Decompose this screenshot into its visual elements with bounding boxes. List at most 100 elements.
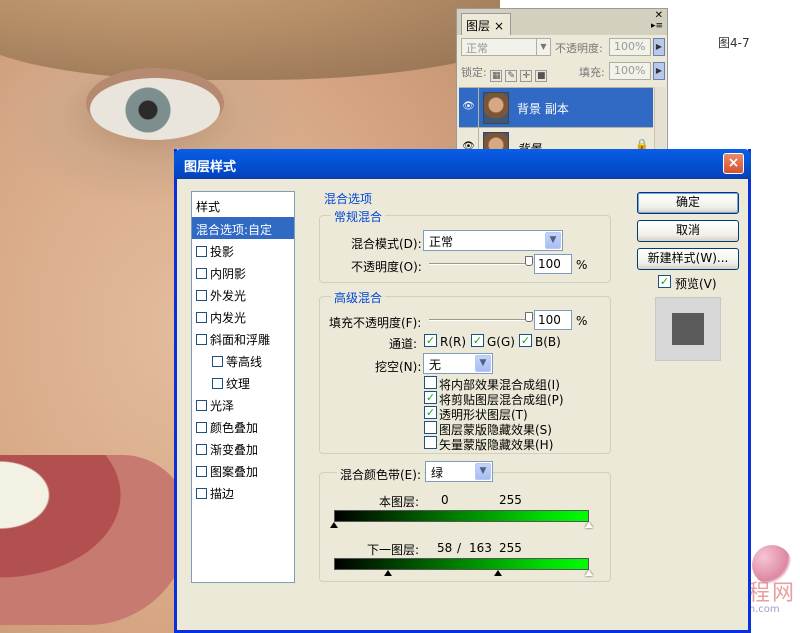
lock-move-icon[interactable]: ✛ bbox=[520, 70, 533, 82]
checkbox[interactable] bbox=[196, 246, 207, 257]
layer-blend-mode-select[interactable]: 正常 ▼ bbox=[461, 38, 551, 56]
layer-row-background-copy[interactable]: 👁 背景 副本 bbox=[459, 87, 653, 128]
checkbox[interactable] bbox=[196, 400, 207, 411]
transparency-shapes-checkbox[interactable]: ✓ bbox=[424, 406, 437, 419]
sidebar-item-contour[interactable]: 等高线 bbox=[192, 349, 294, 371]
checkbox[interactable] bbox=[196, 466, 207, 477]
blend-mode-select[interactable]: 正常 ▼ bbox=[423, 230, 563, 251]
ok-button[interactable]: 确定 bbox=[637, 192, 739, 214]
sidebar-item-label: 图案叠加 bbox=[210, 465, 259, 479]
new-style-button[interactable]: 新建样式(W)... bbox=[637, 248, 739, 270]
sidebar-item-gradient-overlay[interactable]: 渐变叠加 bbox=[192, 437, 294, 459]
tab-layers[interactable]: 图层 × bbox=[461, 13, 511, 35]
sidebar-item-stroke[interactable]: 描边 bbox=[192, 481, 294, 503]
blend-if-select[interactable]: 绿 ▼ bbox=[425, 461, 493, 482]
channel-r-checkbox[interactable]: ✓ bbox=[424, 334, 437, 347]
layer-opacity-input[interactable]: 100% bbox=[609, 38, 651, 56]
cancel-button[interactable]: 取消 bbox=[637, 220, 739, 242]
vector-mask-hides-checkbox[interactable] bbox=[424, 436, 437, 449]
chevron-down-icon: ▼ bbox=[545, 232, 561, 249]
this-layer-white-slider[interactable] bbox=[585, 522, 593, 528]
checkbox[interactable] bbox=[196, 312, 207, 323]
lock-transparency-icon[interactable]: ▦ bbox=[490, 70, 503, 82]
sidebar-item-label: 光泽 bbox=[210, 399, 235, 413]
knockout-value: 无 bbox=[429, 358, 442, 372]
checkbox[interactable] bbox=[196, 334, 207, 345]
advanced-blending-legend: 高级混合 bbox=[331, 289, 386, 306]
sidebar-item-satin[interactable]: 光泽 bbox=[192, 393, 294, 415]
channel-r-label: R(R) bbox=[440, 335, 467, 349]
this-layer-black-slider[interactable] bbox=[330, 522, 338, 528]
underlying-layer-label: 下一图层: bbox=[367, 543, 420, 557]
sidebar-item-label: 渐变叠加 bbox=[210, 443, 259, 457]
panel-close-icon[interactable]: ✕ bbox=[655, 10, 663, 21]
sidebar-item-drop-shadow[interactable]: 投影 bbox=[192, 239, 294, 261]
general-blending-legend: 常规混合 bbox=[331, 208, 386, 225]
sidebar-item-outer-glow[interactable]: 外发光 bbox=[192, 283, 294, 305]
layers-tabbar: 图层 × ✕ ▸≡ bbox=[457, 9, 667, 35]
knockout-select[interactable]: 无 ▼ bbox=[423, 353, 493, 374]
sidebar-item-label: 斜面和浮雕 bbox=[210, 333, 271, 347]
fill-opacity-slider-track[interactable] bbox=[429, 319, 529, 321]
blend-if-label: 混合颜色带(E): bbox=[337, 466, 424, 483]
checkbox[interactable] bbox=[212, 356, 223, 367]
underlying-split-slider[interactable] bbox=[494, 570, 502, 576]
opacity-label: 不透明度(O): bbox=[351, 260, 422, 274]
layers-blend-row: 正常 ▼ 不透明度: 100% ▶ bbox=[461, 38, 665, 58]
sidebar-item-label: 等高线 bbox=[226, 355, 263, 369]
checkbox[interactable] bbox=[196, 268, 207, 279]
preview-checkbox[interactable]: ✓ bbox=[658, 275, 671, 288]
preview-label: 预览(V) bbox=[675, 277, 717, 291]
this-layer-gradient-bar bbox=[334, 510, 589, 522]
layer-mask-hides-checkbox[interactable] bbox=[424, 421, 437, 434]
dialog-title: 图层样式 bbox=[184, 160, 237, 175]
sidebar-item-texture[interactable]: 纹理 bbox=[192, 371, 294, 393]
channel-b-checkbox[interactable]: ✓ bbox=[519, 334, 532, 347]
sidebar-item-color-overlay[interactable]: 颜色叠加 bbox=[192, 415, 294, 437]
vector-mask-hides-label: 矢量蒙版隐藏效果(H) bbox=[439, 438, 554, 452]
sidebar-item-label: 描边 bbox=[210, 487, 235, 501]
sidebar-item-blending-options[interactable]: 混合选项:自定 bbox=[192, 217, 294, 239]
opacity-slider-thumb[interactable] bbox=[525, 256, 533, 266]
layer-thumbnail bbox=[483, 92, 509, 124]
opacity-input[interactable]: 100 bbox=[534, 254, 572, 274]
panel-menu-icon[interactable]: ▸≡ bbox=[651, 21, 663, 31]
opacity-slider-track[interactable] bbox=[429, 263, 529, 265]
lock-brush-icon[interactable]: ✎ bbox=[505, 70, 518, 82]
lock-all-icon[interactable]: ■ bbox=[535, 70, 548, 82]
this-layer-label: 本图层: bbox=[379, 495, 420, 509]
channel-g-label: G(G) bbox=[487, 335, 515, 349]
dialog-titlebar[interactable]: 图层样式 bbox=[174, 149, 751, 179]
fill-opacity-slider-thumb[interactable] bbox=[525, 312, 533, 322]
sidebar-item-inner-shadow[interactable]: 内阴影 bbox=[192, 261, 294, 283]
layer-opacity-label: 不透明度: bbox=[555, 42, 603, 55]
sidebar-item-pattern-overlay[interactable]: 图案叠加 bbox=[192, 459, 294, 481]
eye-visibility-icon[interactable]: 👁 bbox=[459, 88, 479, 128]
fill-opacity-input[interactable]: 100 bbox=[534, 310, 572, 330]
channel-g-checkbox[interactable]: ✓ bbox=[471, 334, 484, 347]
blend-interior-effects-checkbox[interactable] bbox=[424, 376, 437, 389]
checkbox[interactable] bbox=[196, 422, 207, 433]
styles-header[interactable]: 样式 bbox=[192, 194, 294, 216]
underlying-white-slider[interactable] bbox=[585, 570, 593, 576]
layer-fill-input[interactable]: 100% bbox=[609, 62, 651, 80]
layer-fill-arrow-icon[interactable]: ▶ bbox=[653, 62, 665, 80]
layer-opacity-arrow-icon[interactable]: ▶ bbox=[653, 38, 665, 56]
sidebar-item-bevel-emboss[interactable]: 斜面和浮雕 bbox=[192, 327, 294, 349]
this-layer-low-value: 0 bbox=[441, 493, 449, 507]
underlying-high-value: 255 bbox=[499, 541, 522, 555]
layers-scrollbar[interactable] bbox=[654, 87, 666, 156]
style-preview bbox=[655, 297, 721, 361]
close-button[interactable]: × bbox=[723, 153, 744, 174]
sidebar-item-label: 混合选项:自定 bbox=[196, 223, 273, 237]
chevron-down-icon: ▼ bbox=[536, 39, 550, 55]
checkbox[interactable] bbox=[196, 290, 207, 301]
fill-label: 填充: bbox=[579, 66, 605, 79]
checkbox[interactable] bbox=[196, 488, 207, 499]
checkbox[interactable] bbox=[212, 378, 223, 389]
blend-clipped-layers-checkbox[interactable]: ✓ bbox=[424, 391, 437, 404]
sidebar-item-inner-glow[interactable]: 内发光 bbox=[192, 305, 294, 327]
tab-close-icon[interactable]: × bbox=[494, 19, 504, 33]
checkbox[interactable] bbox=[196, 444, 207, 455]
underlying-black-slider[interactable] bbox=[384, 570, 392, 576]
